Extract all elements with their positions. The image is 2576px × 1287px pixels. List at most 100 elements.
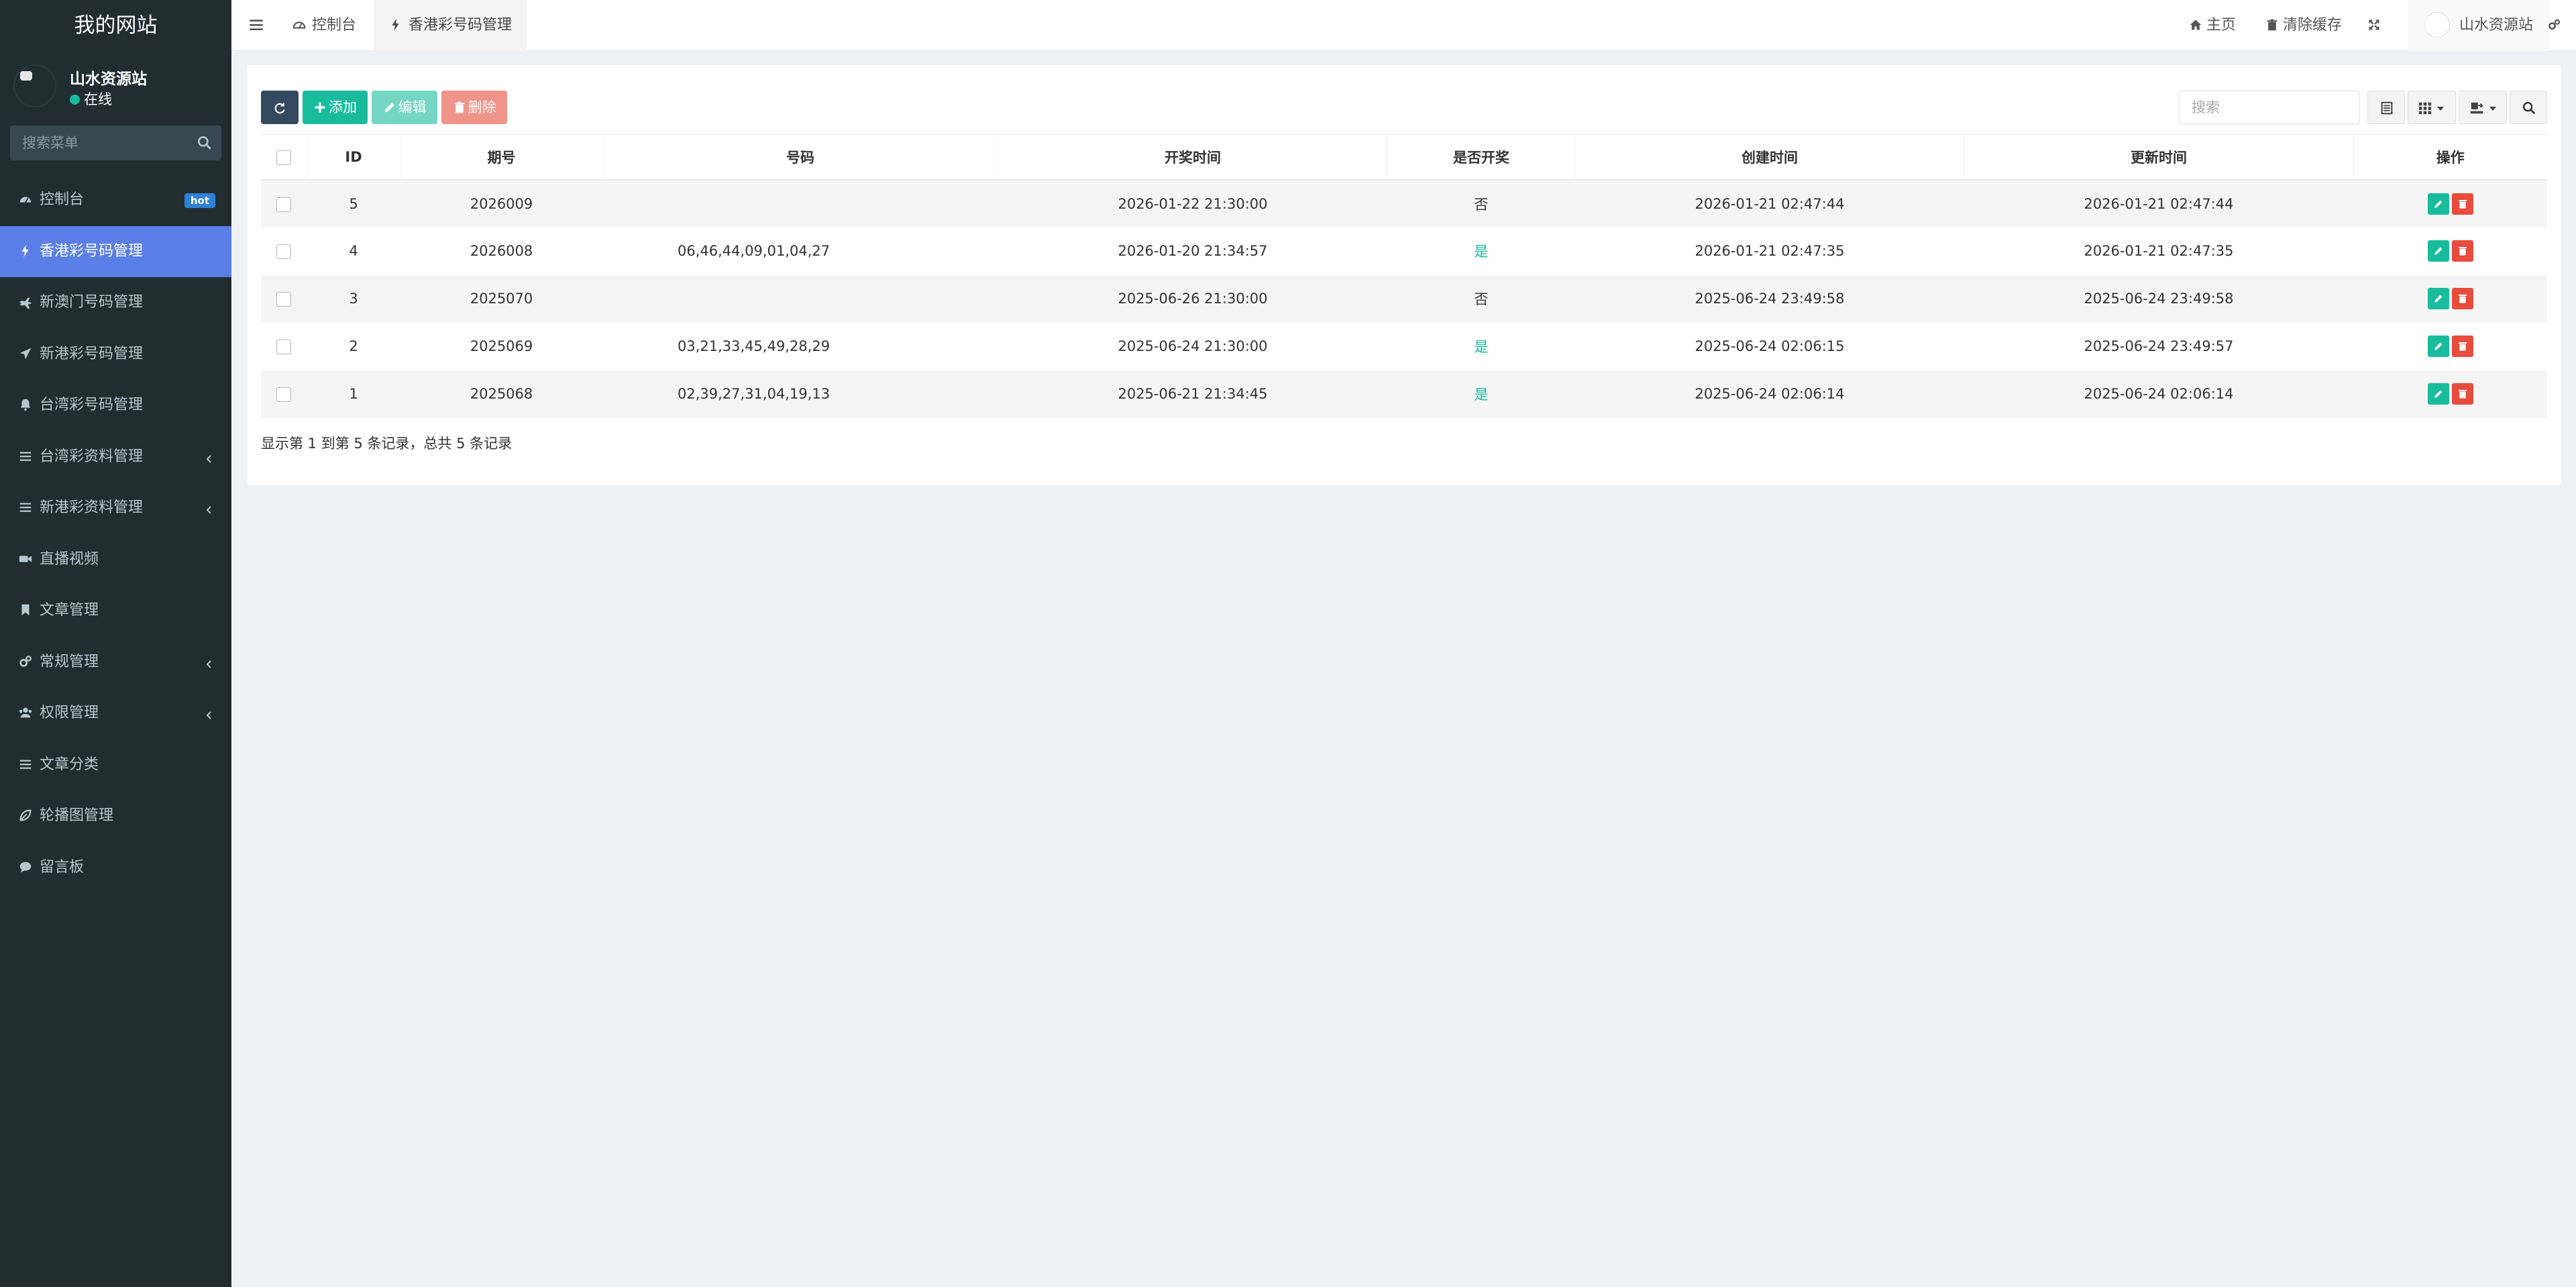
settings-button[interactable] bbox=[2547, 0, 2565, 51]
search-icon[interactable] bbox=[196, 134, 213, 152]
clear-cache-button[interactable]: 清除缓存 bbox=[2265, 0, 2342, 51]
column-header[interactable]: 创建时间 bbox=[1574, 134, 1964, 181]
row-delete-button[interactable] bbox=[2451, 336, 2473, 357]
cell-actions bbox=[2353, 323, 2547, 370]
sidebar-item-live-video[interactable]: 直播视频 bbox=[0, 534, 231, 586]
column-header[interactable]: 是否开奖 bbox=[1387, 134, 1575, 181]
column-header[interactable]: ID bbox=[306, 134, 400, 181]
pencil-icon bbox=[2434, 200, 2442, 208]
table-row[interactable]: 3 2025070 2025-06-26 21:30:00 否 2025-06-… bbox=[261, 274, 2547, 323]
row-edit-button[interactable] bbox=[2427, 193, 2449, 215]
site-logo[interactable]: 我的网站 bbox=[0, 0, 231, 51]
user-status: 在线 bbox=[70, 89, 112, 109]
group-icon bbox=[19, 707, 32, 718]
export-dropdown[interactable] bbox=[2459, 91, 2507, 124]
sidebar-search-input[interactable] bbox=[10, 125, 184, 160]
sidebar-item-hk-numbers[interactable]: 香港彩号码管理 bbox=[0, 225, 231, 277]
sidebar-item-label: 留言板 bbox=[40, 858, 85, 876]
column-header[interactable]: 期号 bbox=[400, 134, 602, 181]
column-header[interactable]: 更新时间 bbox=[1964, 134, 2353, 181]
cell-draw-time: 2026-01-20 21:34:57 bbox=[1118, 243, 1268, 259]
sidebar-item-permissions[interactable]: 权限管理 bbox=[0, 688, 231, 739]
cell-draw-time: 2025-06-21 21:34:45 bbox=[998, 370, 1387, 418]
sidebar-item-general[interactable]: 常规管理 bbox=[0, 637, 231, 688]
row-edit-button[interactable] bbox=[2427, 336, 2449, 357]
pagination-info: 显示第 1 到第 5 条记录，总共 5 条记录 bbox=[261, 435, 513, 452]
sidebar-item-dashboard[interactable]: 控制台 hot bbox=[0, 174, 231, 226]
delete-button[interactable]: 删除 bbox=[441, 91, 507, 124]
pencil-icon bbox=[2434, 390, 2442, 398]
home-link[interactable]: 主页 bbox=[2189, 0, 2236, 51]
cell-created: 2025-06-24 02:06:15 bbox=[1695, 338, 1845, 354]
search-icon bbox=[2523, 102, 2536, 115]
table-row[interactable]: 5 2026009 2026-01-22 21:30:00 否 2026-01-… bbox=[261, 179, 2547, 227]
row-edit-button[interactable] bbox=[2427, 288, 2449, 309]
row-checkbox[interactable] bbox=[276, 244, 291, 259]
cogs-icon bbox=[2548, 19, 2560, 30]
fullscreen-button[interactable] bbox=[2367, 0, 2385, 51]
cell-id: 5 bbox=[307, 179, 400, 227]
sidebar-item-taiwan-numbers[interactable]: 台湾彩号码管理 bbox=[0, 380, 231, 431]
row-checkbox[interactable] bbox=[276, 292, 291, 307]
user-panel: 山水资源站 在线 bbox=[0, 51, 231, 118]
row-delete-button[interactable] bbox=[2451, 383, 2473, 405]
sidebar-item-articles[interactable]: 文章管理 bbox=[0, 585, 231, 637]
plane-icon bbox=[19, 297, 32, 309]
sidebar-item-label: 常规管理 bbox=[40, 653, 99, 670]
row-edit-button[interactable] bbox=[2427, 383, 2449, 405]
refresh-button[interactable] bbox=[261, 91, 299, 124]
tab-dashboard[interactable]: 控制台 bbox=[277, 0, 371, 51]
user-menu[interactable]: 山水资源站 bbox=[2408, 0, 2550, 51]
sidebar-item-guestbook[interactable]: 留言板 bbox=[0, 842, 231, 894]
column-header[interactable]: 号码 bbox=[602, 134, 998, 181]
column-header[interactable]: 开奖时间 bbox=[998, 134, 1387, 181]
row-edit-button[interactable] bbox=[2427, 240, 2449, 262]
edit-button[interactable]: 编辑 bbox=[372, 91, 437, 124]
table-row[interactable]: 4 2026008 06,46,44,09,01,04,27 2026-01-2… bbox=[261, 227, 2547, 275]
home-icon bbox=[2190, 19, 2202, 30]
list-view-icon bbox=[2381, 101, 2393, 115]
tab-hk-numbers[interactable]: 香港彩号码管理 bbox=[374, 0, 527, 51]
menu-toggle-icon[interactable] bbox=[248, 16, 265, 34]
row-checkbox[interactable] bbox=[276, 387, 291, 402]
list-icon bbox=[19, 760, 32, 769]
cell-id: 4 bbox=[349, 243, 358, 259]
row-delete-button[interactable] bbox=[2451, 288, 2473, 309]
sidebar-item-taiwan-data[interactable]: 台湾彩资料管理 bbox=[0, 431, 231, 483]
row-checkbox[interactable] bbox=[276, 197, 291, 212]
cell-numbers: 06,46,44,09,01,04,27 bbox=[678, 243, 830, 259]
select-all-checkbox[interactable] bbox=[276, 150, 291, 165]
data-table: ID 期号 号码 开奖时间 是否开奖 创建时间 更新时间 操作 5 202600… bbox=[261, 134, 2547, 418]
add-button[interactable]: 添加 bbox=[303, 91, 368, 124]
sidebar-item-label: 文章管理 bbox=[40, 602, 99, 619]
row-delete-button[interactable] bbox=[2451, 240, 2473, 262]
pencil-icon bbox=[2434, 342, 2442, 350]
chevron-left-icon bbox=[206, 660, 211, 668]
sidebar-item-article-categories[interactable]: 文章分类 bbox=[0, 739, 231, 791]
table-row[interactable]: 2 2025069 03,21,33,45,49,28,29 2025-06-2… bbox=[261, 323, 2547, 370]
advanced-search-button[interactable] bbox=[2510, 91, 2547, 124]
table-search-input[interactable] bbox=[2179, 91, 2360, 124]
sidebar-menu: 控制台 hot 香港彩号码管理 新澳门号码管理 新港彩号码管理 台湾彩号码管理 … bbox=[0, 174, 231, 893]
row-checkbox[interactable] bbox=[276, 340, 291, 354]
cell-actions bbox=[2353, 227, 2547, 275]
cell-issue: 2025068 bbox=[400, 370, 602, 418]
table-row[interactable]: 1 2025068 02,39,27,31,04,19,13 2025-06-2… bbox=[261, 370, 2547, 418]
sidebar-item-newhk-numbers[interactable]: 新港彩号码管理 bbox=[0, 329, 231, 380]
delete-label: 删除 bbox=[468, 99, 496, 115]
user-name: 山水资源站 bbox=[70, 70, 147, 88]
sidebar-item-carousel[interactable]: 轮播图管理 bbox=[0, 790, 231, 842]
bell-icon bbox=[20, 399, 31, 411]
sidebar-item-newhk-data[interactable]: 新港彩资料管理 bbox=[0, 482, 231, 534]
home-label: 主页 bbox=[2206, 17, 2237, 34]
list-icon bbox=[19, 503, 32, 512]
cell-id: 3 bbox=[307, 274, 400, 323]
sidebar: 我的网站 山水资源站 在线 控制台 hot 香港彩号码管理 新澳门号码管理 新港… bbox=[0, 0, 231, 1287]
cell-issue: 2026009 bbox=[400, 179, 602, 227]
bolt-icon bbox=[21, 244, 29, 257]
row-delete-button[interactable] bbox=[2451, 193, 2473, 215]
columns-dropdown[interactable] bbox=[2408, 91, 2456, 124]
top-navbar: 控制台 香港彩号码管理 主页 清除缓存 山水资源站 bbox=[231, 0, 2576, 51]
toggle-view-button[interactable] bbox=[2367, 91, 2405, 124]
sidebar-item-macau-numbers[interactable]: 新澳门号码管理 bbox=[0, 277, 231, 329]
